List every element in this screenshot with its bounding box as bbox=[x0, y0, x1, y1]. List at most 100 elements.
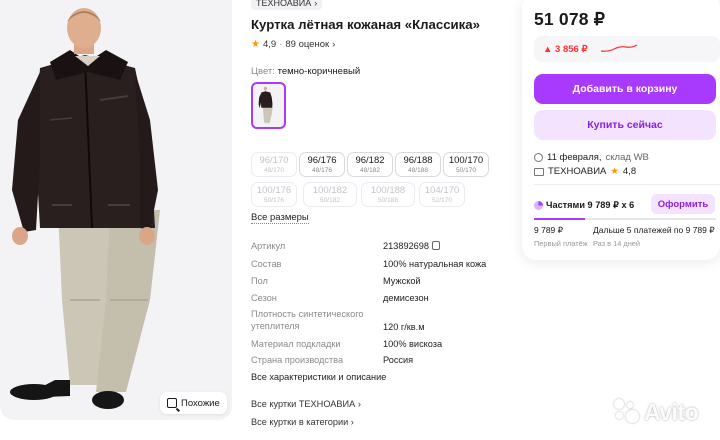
color-value: темно-коричневый bbox=[277, 66, 361, 77]
article-number: 213892698 bbox=[383, 241, 429, 251]
color-swatch[interactable] bbox=[251, 82, 286, 129]
size-option[interactable]: 96/188 48/188 bbox=[395, 152, 441, 177]
delivery-info: 11 февраля, склад WB bbox=[534, 152, 649, 163]
first-payment: 9 789 ₽ Первый платёж bbox=[534, 225, 588, 248]
add-to-cart-button[interactable]: Добавить в корзину bbox=[534, 74, 716, 104]
brand-name: ТЕХНОАВИА bbox=[256, 0, 312, 8]
color-label: Цвет: bbox=[251, 66, 275, 77]
seller-name: ТЕХНОАВИА bbox=[548, 166, 607, 177]
size-ru: 104/170 bbox=[424, 185, 460, 196]
size-option[interactable]: 96/176 48/176 bbox=[299, 152, 345, 177]
spec-value: 100% натуральная кожа bbox=[383, 259, 487, 269]
spec-key: Плотность синтетического утеплителя bbox=[251, 309, 364, 331]
installments-progress bbox=[534, 218, 716, 220]
chevron-right-icon: › bbox=[350, 417, 354, 427]
brand-jackets-label: Все куртки ТЕХНОАВИА bbox=[251, 399, 356, 409]
spec-key: Материал подкладки bbox=[251, 339, 341, 349]
copy-icon[interactable] bbox=[432, 241, 440, 250]
all-sizes-link[interactable]: Все размеры bbox=[251, 212, 309, 224]
divider bbox=[534, 184, 720, 185]
chevron-right-icon: › bbox=[357, 399, 361, 409]
size-option[interactable]: 96/182 48/182 bbox=[347, 152, 393, 177]
size-ru: 96/176 bbox=[307, 155, 337, 166]
size-option[interactable]: 100/176 50/176 bbox=[251, 182, 297, 207]
chevron-right-icon: › bbox=[314, 0, 318, 8]
seller-rating: 4,8 bbox=[622, 166, 637, 177]
size-option[interactable]: 96/170 48/170 bbox=[251, 152, 297, 177]
installments-pie-icon bbox=[534, 201, 543, 210]
size-option[interactable]: 104/170 52/170 bbox=[419, 182, 465, 207]
buy-now-button[interactable]: Купить сейчас bbox=[534, 110, 716, 140]
avito-wordmark: Avito bbox=[644, 398, 699, 425]
spec-key: Страна производства bbox=[251, 355, 344, 365]
installments-title-text: Частями 9 789 ₽ x 6 bbox=[546, 200, 635, 210]
rest-payments: Дальше 5 платежей по 9 789 ₽ Раз в 14 дн… bbox=[593, 225, 715, 248]
swatch-thumbnail-image bbox=[258, 86, 273, 124]
avito-watermark: Avito bbox=[613, 398, 699, 426]
rating-link[interactable]: ★ 4,9 · 89 оценок › bbox=[251, 39, 335, 50]
reviews-count: 89 оценок bbox=[285, 39, 330, 50]
spec-key: Сезон bbox=[251, 293, 277, 303]
size-ru: 96/188 bbox=[403, 155, 433, 166]
brand-link[interactable]: ТЕХНОАВИА › bbox=[251, 0, 323, 10]
similar-button-label: Похожие bbox=[181, 397, 220, 409]
spec-value-article: 213892698 bbox=[383, 240, 440, 252]
size-eu: 50/170 bbox=[456, 167, 476, 174]
size-eu: 50/176 bbox=[264, 197, 284, 204]
size-eu: 50/182 bbox=[320, 197, 340, 204]
color-row: Цвет: темно-коричневый bbox=[251, 66, 360, 77]
category-jackets-label: Все куртки в категории bbox=[251, 417, 349, 427]
size-ru: 100/176 bbox=[256, 185, 292, 196]
size-eu: 48/182 bbox=[360, 167, 380, 174]
delivery-warehouse: склад WB bbox=[605, 152, 649, 163]
brand-jackets-link[interactable]: Все куртки ТЕХНОАВИА › bbox=[251, 399, 361, 409]
price: 51 078 ₽ bbox=[534, 9, 606, 29]
rating-value: 4,9 bbox=[262, 39, 277, 50]
spec-value: демисезон bbox=[383, 293, 429, 303]
avito-logo-icon bbox=[613, 398, 641, 426]
all-characteristics-link[interactable]: Все характеристики и описание bbox=[251, 372, 386, 382]
clock-icon bbox=[534, 153, 543, 162]
size-ru: 100/170 bbox=[448, 155, 484, 166]
jacket-model-image bbox=[10, 8, 160, 409]
installments-title: Частями 9 789 ₽ x 6 bbox=[534, 200, 634, 211]
size-ru: 96/182 bbox=[355, 155, 385, 166]
size-option[interactable]: 100/188 50/188 bbox=[361, 182, 415, 207]
spec-value: 100% вискоза bbox=[383, 339, 443, 349]
price-delta: ▲ 3 856 ₽ bbox=[543, 44, 588, 55]
delivery-date: 11 февраля, bbox=[547, 152, 602, 163]
category-jackets-link[interactable]: Все куртки в категории › bbox=[251, 417, 354, 427]
similar-search-icon bbox=[167, 398, 177, 408]
installments-apply-button[interactable]: Оформить bbox=[651, 194, 715, 214]
installments-progress-fill bbox=[534, 218, 585, 220]
size-option[interactable]: 100/170 50/170 bbox=[443, 152, 489, 177]
seller-link[interactable]: ТЕХНОАВИА ★ 4,8 bbox=[534, 166, 636, 177]
first-payment-label: Первый платёж bbox=[534, 239, 588, 248]
first-payment-amount: 9 789 ₽ bbox=[534, 225, 564, 235]
similar-button[interactable]: Похожие bbox=[160, 392, 227, 414]
price-history[interactable]: ▲ 3 856 ₽ bbox=[534, 36, 720, 62]
shop-icon bbox=[534, 167, 544, 176]
product-title: Куртка лётная кожаная «Классика» bbox=[251, 17, 480, 32]
size-eu: 48/170 bbox=[264, 167, 284, 174]
spec-key: Состав bbox=[251, 259, 282, 269]
size-ru: 96/170 bbox=[259, 155, 289, 166]
star-icon: ★ bbox=[251, 39, 260, 50]
chevron-right-icon: › bbox=[332, 39, 336, 50]
product-photo[interactable]: Похожие bbox=[0, 0, 232, 420]
buy-card: 51 078 ₽ ▲ 3 856 ₽ Добавить в корзину Ку… bbox=[522, 0, 720, 260]
spec-value: Россия bbox=[383, 355, 414, 365]
size-eu: 48/176 bbox=[312, 167, 332, 174]
spec-key: Пол bbox=[251, 276, 268, 286]
size-option[interactable]: 100/182 50/182 bbox=[303, 182, 357, 207]
price-trend-icon bbox=[600, 44, 638, 52]
rest-payments-label: Раз в 14 дней bbox=[593, 239, 641, 248]
rating-separator: · bbox=[279, 39, 283, 50]
star-icon: ★ bbox=[610, 166, 619, 177]
spec-value: Мужской bbox=[383, 276, 421, 286]
spec-value: 120 г/кв.м bbox=[383, 322, 425, 332]
size-eu: 50/188 bbox=[378, 197, 398, 204]
rest-payments-amount: Дальше 5 платежей по 9 789 ₽ bbox=[593, 225, 715, 235]
size-eu: 52/170 bbox=[432, 197, 452, 204]
size-ru: 100/182 bbox=[312, 185, 348, 196]
